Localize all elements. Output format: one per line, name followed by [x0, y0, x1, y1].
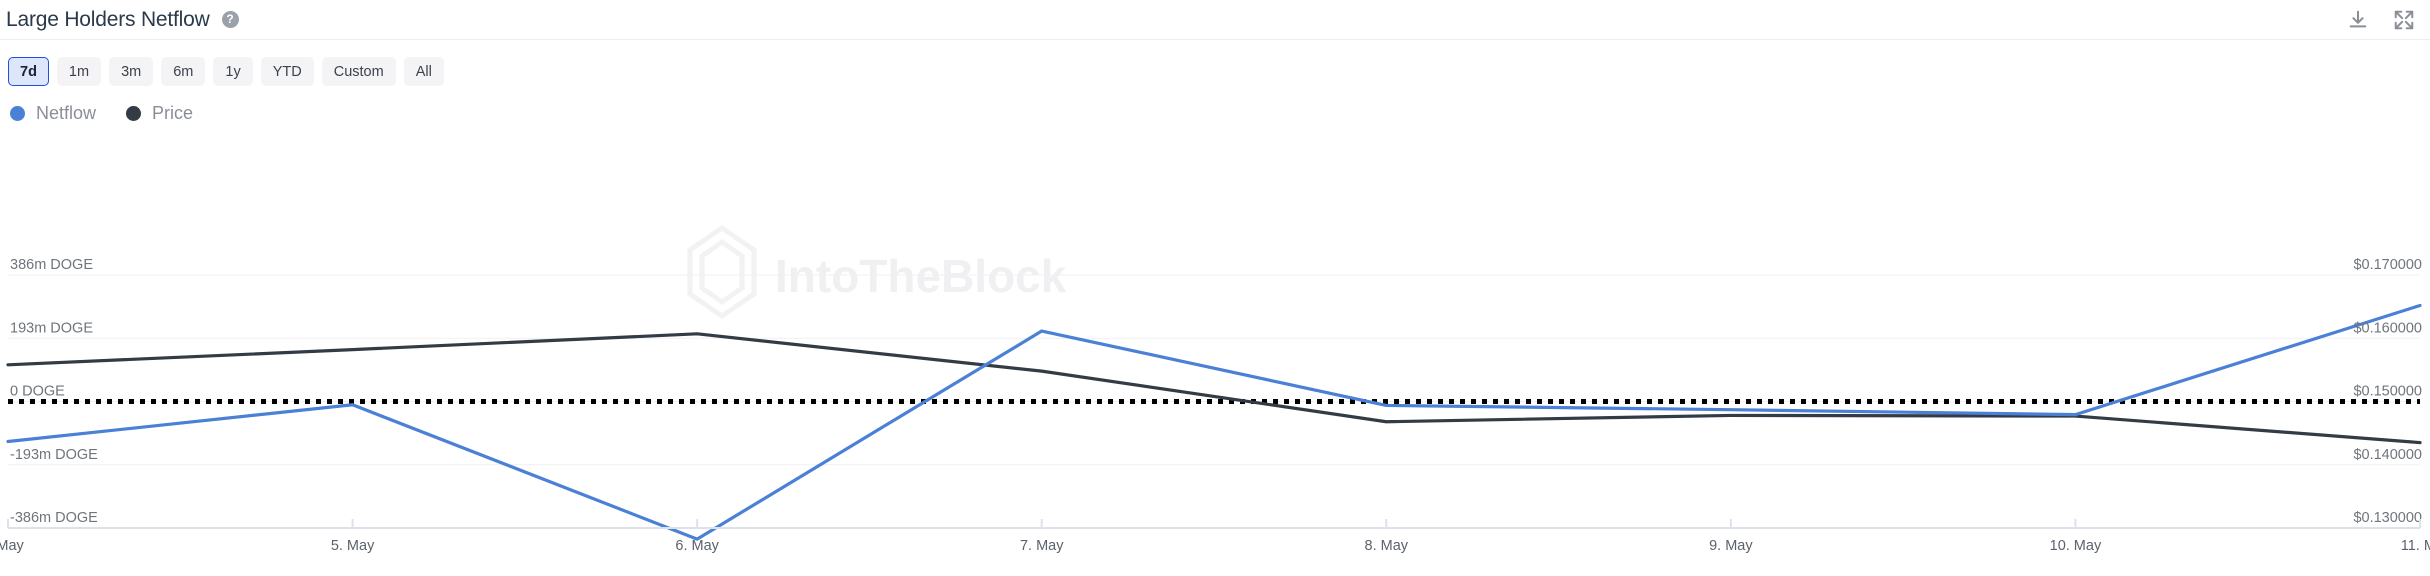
- question-mark-icon[interactable]: ?: [221, 11, 239, 28]
- left-axis-tick: 0 DOGE: [10, 384, 65, 400]
- x-axis-tick-label: 10. May: [2050, 538, 2102, 554]
- right-axis-tick: $0.130000: [2353, 510, 2422, 526]
- left-axis-labels: 386m DOGE 193m DOGE 0 DOGE -193m DOGE -386m …: [10, 257, 98, 526]
- legend-item-netflow[interactable]: Netflow: [10, 103, 96, 124]
- legend-label-price: Price: [152, 103, 194, 123]
- range-button-1m[interactable]: 1m: [56, 57, 102, 86]
- left-axis-tick: 193m DOGE: [10, 320, 93, 336]
- left-axis-tick: -386m DOGE: [10, 510, 98, 526]
- chart-legend: Netflow Price: [10, 103, 193, 124]
- x-axis-tick-label: 4. May: [0, 538, 25, 554]
- x-axis-tick-label: 9. May: [1709, 538, 1753, 554]
- x-axis-tick-label: 11. May: [2401, 538, 2430, 554]
- legend-item-price[interactable]: Price: [126, 103, 193, 124]
- x-axis: 4. May 5. May 6. May 7. May 8. May 9. May 10. …: [0, 519, 2430, 554]
- range-button-3m[interactable]: 3m: [109, 57, 154, 86]
- right-axis-tick: $0.170000: [2353, 257, 2422, 273]
- download-icon[interactable]: [2346, 8, 2370, 32]
- x-axis-tick-label: 6. May: [675, 538, 719, 554]
- range-button-all[interactable]: All: [403, 57, 444, 86]
- left-axis-tick: -193m DOGE: [10, 447, 98, 463]
- header-actions: [2346, 8, 2430, 32]
- range-button-custom[interactable]: Custom: [321, 57, 396, 86]
- series-price-line: [6, 332, 2422, 445]
- series-netflow-line: [6, 303, 2422, 541]
- left-axis-tick: 386m DOGE: [10, 257, 93, 273]
- right-axis-tick: $0.140000: [2353, 447, 2422, 463]
- right-axis-labels: $0.170000 $0.160000 $0.150000 $0.140000 $0.1…: [2353, 257, 2422, 526]
- right-axis-tick: $0.160000: [2353, 320, 2422, 336]
- fullscreen-icon[interactable]: [2392, 8, 2416, 32]
- chart-plot-area[interactable]: IntoTheBlock 386m DOGE 193m DOGE 0 DOGE -19…: [0, 140, 2430, 576]
- x-axis-tick-label: 8. May: [1365, 538, 1409, 554]
- x-axis-tick-label: 7. May: [1020, 538, 1064, 554]
- legend-label-netflow: Netflow: [36, 103, 97, 123]
- legend-dot-netflow: [10, 106, 25, 121]
- range-button-6m[interactable]: 6m: [161, 57, 206, 86]
- title-group: Large Holders Netflow ?: [0, 8, 239, 32]
- right-axis-tick: $0.150000: [2353, 384, 2422, 400]
- chart-svg: IntoTheBlock 386m DOGE 193m DOGE 0 DOGE -19…: [0, 224, 2430, 554]
- range-button-ytd[interactable]: YTD: [260, 57, 314, 86]
- watermark-label: IntoTheBlock: [775, 250, 1067, 302]
- x-axis-tick-label: 5. May: [331, 538, 375, 554]
- watermark: IntoTheBlock: [687, 224, 1067, 320]
- range-button-7d[interactable]: 7d: [8, 57, 49, 86]
- range-selector: 7d 1m 3m 6m 1y YTD Custom All: [8, 57, 444, 86]
- series-line-netflow: [6, 303, 2422, 541]
- page-title: Large Holders Netflow: [6, 7, 210, 31]
- series-line-price: [6, 332, 2422, 445]
- legend-dot-price: [126, 106, 142, 121]
- range-button-1y[interactable]: 1y: [213, 57, 253, 86]
- chart-header: Large Holders Netflow ?: [0, 0, 2430, 40]
